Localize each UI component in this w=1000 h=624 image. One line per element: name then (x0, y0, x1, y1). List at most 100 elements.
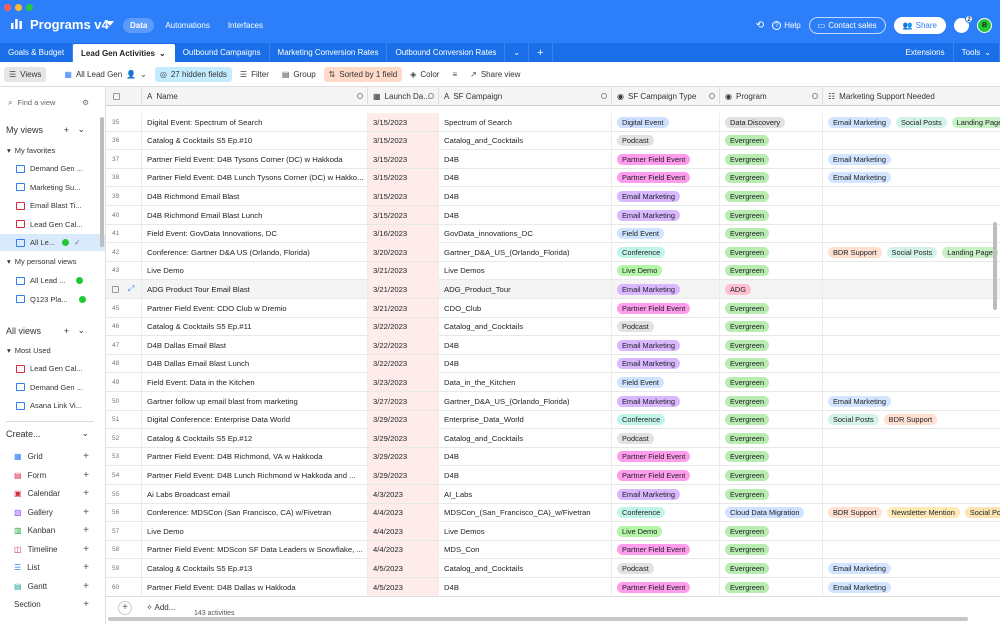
cell-sf-campaign[interactable]: D4B (439, 447, 612, 466)
cell-launch-date[interactable]: 3/15/2023 (368, 131, 439, 150)
sidebar-item-marketing-support[interactable]: Marketing Su... (0, 179, 105, 196)
share-view-button[interactable]: ↗ Share view (465, 67, 525, 82)
tab-marketing-conversion-rates[interactable]: Marketing Conversion Rates (270, 43, 388, 62)
column-header-sf-campaign[interactable]: A SF Campaign (439, 87, 612, 106)
cell-marketing-support[interactable]: Email Marketing (823, 169, 1000, 187)
cell-name[interactable]: Partner Field Event: D4B Lunch Richmond … (142, 466, 368, 485)
plus-icon[interactable]: + (64, 125, 69, 135)
create-timeline-view[interactable]: ◫ Timeline + (0, 541, 105, 558)
nav-data[interactable]: Data (123, 18, 155, 33)
table-row[interactable]: 38 Partner Field Event: D4B Lunch Tysons … (106, 168, 1000, 188)
cell-sf-campaign-type[interactable]: Podcast (612, 317, 720, 336)
cell-program[interactable]: Evergreen (720, 485, 823, 503)
extensions-button[interactable]: Extensions (897, 43, 954, 62)
cell-program[interactable]: Evergreen (720, 559, 823, 578)
cell-program[interactable]: Evergreen (720, 466, 823, 485)
sidebar-item-all-lead-personal[interactable]: All Lead ... (0, 272, 105, 289)
cell-program[interactable]: Evergreen (720, 243, 823, 262)
cell-program[interactable]: Evergreen (720, 317, 823, 336)
views-toggle-button[interactable]: ☰ Views (4, 66, 47, 82)
cell-sf-campaign-type[interactable]: Partner Field Event (612, 168, 720, 187)
row-number[interactable]: 47 (106, 336, 142, 355)
cell-launch-date[interactable]: 4/5/2023 (368, 559, 439, 578)
cell-sf-campaign[interactable]: ADG_Product_Tour (439, 280, 612, 299)
create-list-view[interactable]: ☰ List + (0, 559, 105, 576)
cell-name[interactable]: Ai Labs Broadcast email (142, 485, 368, 503)
cell-sf-campaign[interactable]: GovData_innovations_DC (439, 224, 612, 243)
cell-program[interactable]: Evergreen (720, 261, 823, 280)
cell-launch-date[interactable]: 3/16/2023 (368, 224, 439, 243)
create-gantt-view[interactable]: ▤ Gantt + (0, 578, 105, 595)
cell-program[interactable]: Evergreen (720, 354, 823, 373)
cell-name[interactable]: Gartner follow up email blast from marke… (142, 392, 368, 410)
cell-sf-campaign-type[interactable]: Live Demo (612, 261, 720, 280)
cell-launch-date[interactable]: 3/20/2023 (368, 243, 439, 262)
cell-name[interactable]: D4B Richmond Email Blast Lunch (142, 206, 368, 224)
sidebar-item-demand-gen[interactable]: Demand Gen ... (0, 160, 105, 177)
chevron-down-icon[interactable] (601, 93, 607, 99)
create-section-button[interactable]: Section + (0, 596, 105, 613)
table-row[interactable]: 39 D4B Richmond Email Blast 3/15/2023 D4B Em… (106, 187, 1000, 206)
tab-outbound-campaigns[interactable]: Outbound Campaigns (175, 43, 270, 62)
cell-name[interactable]: Catalog & Cocktails S5 Ep.#11 (142, 317, 368, 336)
chevron-down-icon[interactable]: ⌄ (159, 49, 166, 58)
table-row[interactable]: 48 D4B Dallas Email Blast Lunch 3/22/2023 D… (106, 354, 1000, 374)
row-number[interactable]: 50 (106, 392, 142, 410)
cell-launch-date[interactable]: 4/3/2023 (368, 485, 439, 503)
cell-sf-campaign[interactable]: D4B (439, 354, 612, 373)
table-row[interactable]: 42 Conference: Gartner D&A US (Orlando, F… (106, 243, 1000, 262)
gear-icon[interactable]: ⚙ (82, 98, 89, 107)
cell-sf-campaign-type[interactable]: Conference (612, 243, 720, 262)
cell-marketing-support[interactable] (823, 541, 1000, 559)
row-number[interactable]: 49 (106, 373, 142, 392)
cell-sf-campaign-type[interactable]: Podcast (612, 429, 720, 448)
cell-sf-campaign[interactable]: Data_in_the_Kitchen (439, 373, 612, 392)
add-table-plus-icon[interactable]: + (529, 43, 553, 62)
cell-sf-campaign[interactable]: MDS_Con (439, 540, 612, 559)
cell-name[interactable]: Partner Field Event: MDScon SF Data Lead… (142, 540, 368, 559)
cell-sf-campaign[interactable]: Enterprise_Data_World (439, 410, 612, 429)
minimize-window-button[interactable] (15, 4, 22, 11)
sidebar-scrollbar[interactable] (100, 117, 104, 247)
tab-goals-budget[interactable]: Goals & Budget (0, 43, 74, 62)
cell-launch-date[interactable]: 3/27/2023 (368, 392, 439, 410)
cell-marketing-support[interactable]: BDR Support Newsletter Mention Social Po (823, 504, 1000, 522)
tools-button[interactable]: Tools ⌄ (954, 43, 1000, 62)
cell-launch-date[interactable]: 4/4/2023 (368, 522, 439, 541)
cell-name[interactable]: Partner Field Event: D4B Tysons Corner (… (142, 150, 368, 169)
cell-program[interactable]: ADG (720, 280, 823, 299)
cell-marketing-support[interactable] (823, 429, 1000, 447)
cell-launch-date[interactable]: 3/23/2023 (368, 373, 439, 392)
sidebar-item-all-lead-gen[interactable]: All Le... ✓ (0, 234, 105, 251)
cell-sf-campaign[interactable]: Catalog_and_Cocktails (439, 559, 612, 578)
cell-sf-campaign-type[interactable]: Email Marketing (612, 485, 720, 503)
row-number[interactable]: 37 (106, 150, 142, 169)
cell-launch-date[interactable]: 3/22/2023 (368, 317, 439, 336)
cell-marketing-support[interactable]: BDR Support Social Posts Landing Page (823, 243, 1000, 261)
row-number[interactable]: 52 (106, 429, 142, 448)
cell-program[interactable]: Evergreen (720, 224, 823, 243)
cell-marketing-support[interactable]: Email Marketing (823, 578, 1000, 596)
table-row[interactable]: 40 D4B Richmond Email Blast Lunch 3/15/202… (106, 206, 1000, 225)
cell-marketing-support[interactable] (823, 299, 1000, 317)
grid-horizontal-scrollbar[interactable] (108, 617, 968, 621)
cell-marketing-support[interactable] (823, 132, 1000, 150)
history-icon[interactable]: ⟲ (756, 20, 764, 31)
table-row[interactable]: 35 Digital Event: Spectrum of Search 3/15/… (106, 113, 1000, 132)
cell-name[interactable]: D4B Dallas Email Blast (142, 336, 368, 355)
cell-name[interactable]: Partner Field Event: D4B Dallas w Hakkod… (142, 578, 368, 596)
cell-marketing-support[interactable]: Email Marketing (823, 559, 1000, 577)
cell-program[interactable]: Evergreen (720, 410, 823, 429)
nav-automations[interactable]: Automations (158, 18, 216, 33)
table-row[interactable]: 53 Partner Field Event: D4B Richmond, VA … (106, 447, 1000, 467)
table-row[interactable]: 60 Partner Field Event: D4B Dallas w Hakk… (106, 578, 1000, 597)
row-number[interactable]: 42 (106, 243, 142, 262)
cell-launch-date[interactable]: 4/4/2023 (368, 540, 439, 559)
row-number[interactable]: 53 (106, 447, 142, 466)
hide-fields-button[interactable]: ◎ 27 hidden fields (154, 66, 232, 82)
cell-sf-campaign-type[interactable]: Email Marketing (612, 206, 720, 224)
cell-marketing-support[interactable]: Social Posts BDR Support (823, 411, 1000, 429)
my-views-section[interactable]: My views + ⌄ (0, 121, 105, 138)
row-number[interactable]: 55 (106, 485, 142, 503)
create-gallery-view[interactable]: ▧ Gallery + (0, 504, 105, 521)
